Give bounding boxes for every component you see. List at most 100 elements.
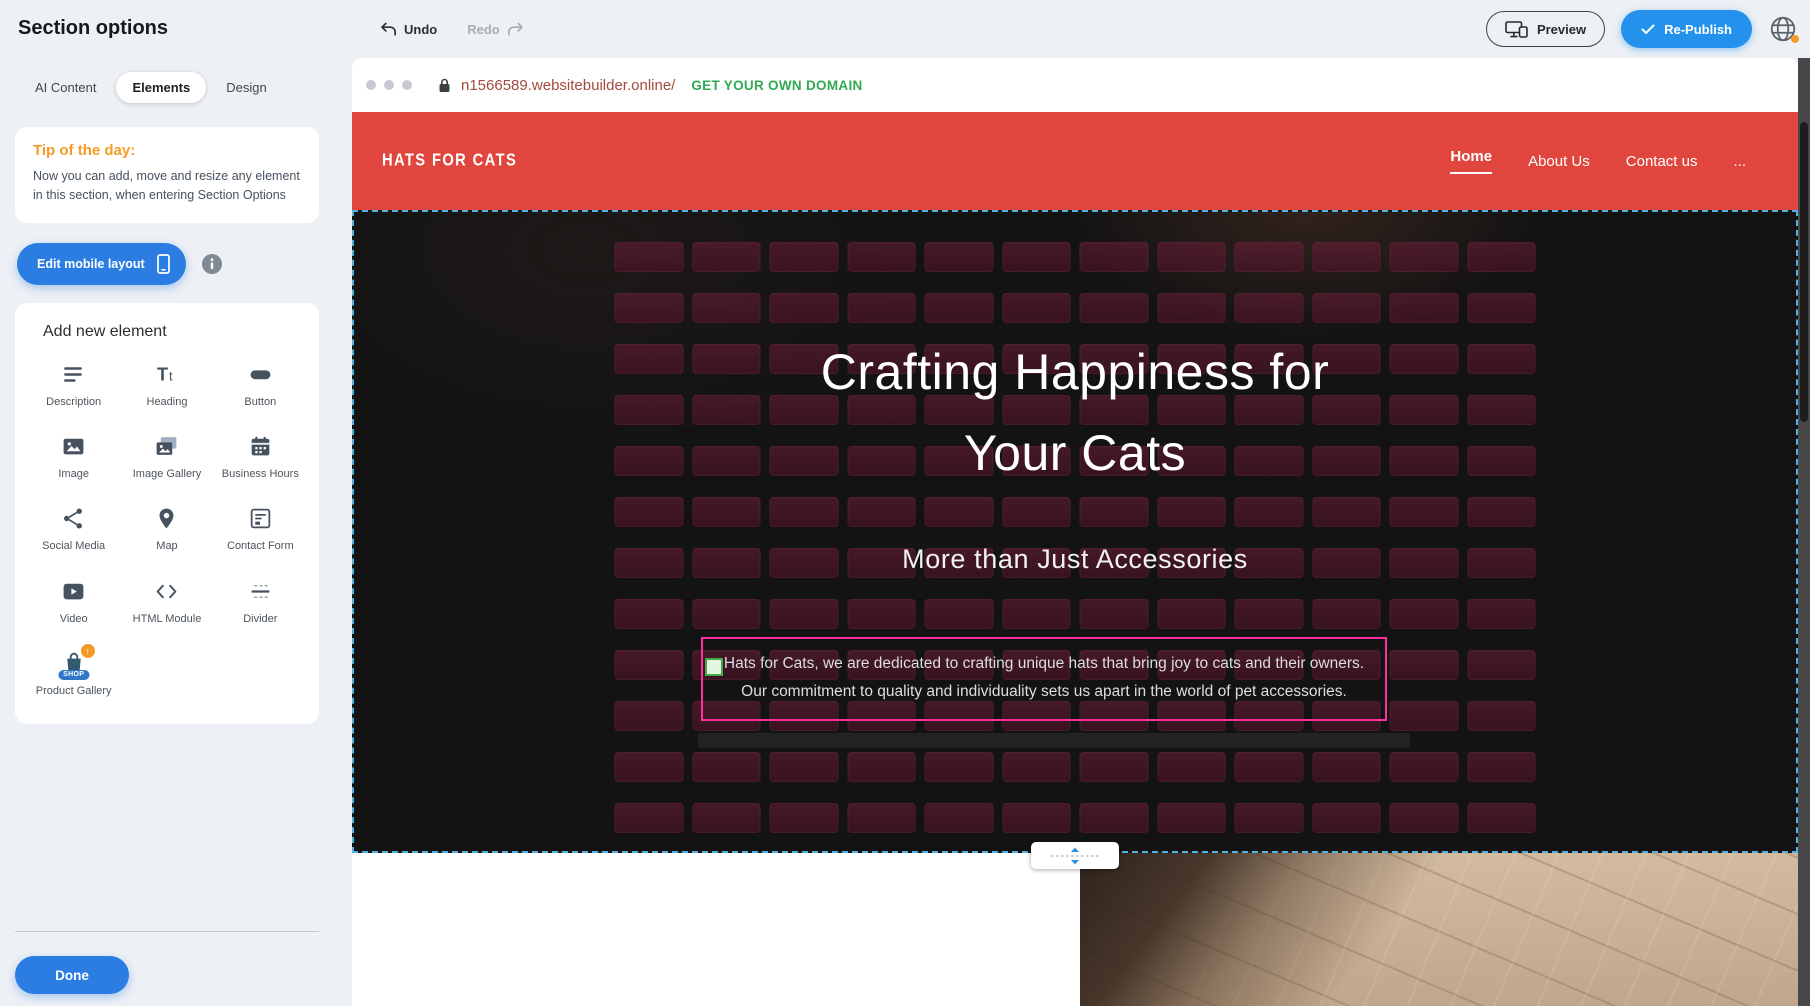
language-globe-icon[interactable]: [1768, 14, 1798, 44]
hero-tile: [1390, 650, 1459, 680]
hero-tile: [1002, 599, 1071, 629]
hero-tile: [1157, 242, 1226, 272]
hero-tile: [1080, 752, 1149, 782]
element-contact-form[interactable]: Contact Form: [216, 505, 305, 553]
topbar: Section options Undo Redo Preview Re-Pub…: [0, 0, 1810, 58]
hero-tile: [692, 752, 761, 782]
republish-label: Re-Publish: [1664, 22, 1732, 37]
add-element-heading: Add new element: [43, 323, 305, 341]
undo-label: Undo: [404, 22, 437, 37]
site-header: HATS FOR CATS Home About Us Contact us .…: [352, 112, 1798, 210]
element-business-hours[interactable]: Business Hours: [216, 433, 305, 481]
site-url[interactable]: n1566589.websitebuilder.online/: [461, 77, 675, 94]
hero-tile: [925, 599, 994, 629]
element-resize-handle[interactable]: [705, 658, 723, 676]
svg-text:T: T: [157, 364, 168, 384]
divider-icon: [248, 578, 273, 605]
tab-design[interactable]: Design: [210, 72, 282, 103]
hero-tile: [847, 242, 916, 272]
hero-tile: [1390, 701, 1459, 731]
hero-tile: [1080, 242, 1149, 272]
devices-icon: [1505, 21, 1528, 38]
republish-button[interactable]: Re-Publish: [1621, 10, 1752, 48]
element-product-gallery[interactable]: ↑ SHOP Product Gallery: [29, 650, 118, 698]
hero-tile: [925, 497, 994, 527]
done-button[interactable]: Done: [15, 956, 129, 994]
scrollbar-thumb[interactable]: [1800, 122, 1808, 422]
element-html-module[interactable]: HTML Module: [122, 578, 211, 626]
hero-section-selected[interactable]: Crafting Happiness for Your Cats More th…: [352, 210, 1798, 853]
hero-tile: [1002, 242, 1071, 272]
hero-tile: [1235, 599, 1304, 629]
hero-tile: [615, 599, 684, 629]
get-domain-link[interactable]: GET YOUR OWN DOMAIN: [691, 78, 862, 93]
hero-tile: [847, 803, 916, 833]
hero-tile: [770, 803, 839, 833]
element-image-gallery[interactable]: Image Gallery: [122, 433, 211, 481]
element-image[interactable]: Image: [29, 433, 118, 481]
phone-icon: [157, 254, 170, 274]
tip-of-the-day-card: Tip of the day: Now you can add, move an…: [15, 127, 319, 223]
element-divider[interactable]: Divider: [216, 578, 305, 626]
hero-tile: [1235, 293, 1304, 323]
element-map[interactable]: Map: [122, 505, 211, 553]
hero-tile: [1235, 752, 1304, 782]
element-social-media[interactable]: Social Media: [29, 505, 118, 553]
hero-tile: [615, 650, 684, 680]
tab-elements[interactable]: Elements: [116, 72, 206, 103]
hero-tile: [1467, 752, 1536, 782]
hero-body-text: Hats for Cats, we are dedicated to craft…: [709, 650, 1379, 706]
undo-button[interactable]: Undo: [380, 22, 437, 37]
info-icon[interactable]: [202, 254, 222, 274]
element-heading[interactable]: Tt Heading: [122, 361, 211, 409]
element-button[interactable]: Button: [216, 361, 305, 409]
nav-more-ellipsis[interactable]: ...: [1733, 153, 1746, 170]
hero-tile: [1157, 752, 1226, 782]
hero-tile: [692, 803, 761, 833]
section-height-handle[interactable]: [1031, 842, 1119, 869]
element-video[interactable]: Video: [29, 578, 118, 626]
site-logo[interactable]: HATS FOR CATS: [382, 151, 517, 170]
check-icon: [1641, 24, 1655, 35]
preview-button[interactable]: Preview: [1486, 11, 1605, 47]
notification-dot: [1791, 35, 1799, 43]
hero-tile: [925, 242, 994, 272]
undo-icon: [380, 22, 397, 37]
hero-tile: [615, 497, 684, 527]
drag-ghost-bar: [698, 733, 1410, 748]
tip-title: Tip of the day:: [33, 142, 301, 159]
sidebar: AI Content Elements Design Tip of the da…: [0, 58, 334, 1006]
element-description[interactable]: Description: [29, 361, 118, 409]
hero-tile: [692, 293, 761, 323]
hero-tile: [1080, 599, 1149, 629]
hero-tile: [1002, 293, 1071, 323]
code-icon: [154, 578, 179, 605]
edit-mobile-layout-button[interactable]: Edit mobile layout: [17, 243, 186, 285]
hero-tile: [847, 599, 916, 629]
edit-mobile-label: Edit mobile layout: [37, 257, 145, 271]
video-icon: [61, 578, 86, 605]
contact-form-icon: [248, 505, 273, 532]
redo-button[interactable]: Redo: [467, 22, 524, 37]
window-dot: [366, 80, 376, 90]
hero-tile: [1467, 803, 1536, 833]
hero-tile: [770, 293, 839, 323]
element-grid: Description Tt Heading Button Image Imag…: [29, 361, 305, 698]
history-controls: Undo Redo: [380, 0, 524, 58]
hero-tile: [1390, 803, 1459, 833]
hero-tile: [770, 599, 839, 629]
hero-tile: [1080, 803, 1149, 833]
hero-tile: [1080, 497, 1149, 527]
hero-subheading[interactable]: More than Just Accessories: [354, 544, 1796, 575]
nav-about[interactable]: About Us: [1528, 153, 1590, 170]
hero-tile: [1002, 497, 1071, 527]
hero-tile: [770, 752, 839, 782]
hero-heading[interactable]: Crafting Happiness for Your Cats: [354, 332, 1796, 494]
nav-contact[interactable]: Contact us: [1626, 153, 1698, 170]
hero-tile: [770, 497, 839, 527]
nav-home[interactable]: Home: [1450, 148, 1492, 174]
selected-text-element[interactable]: Hats for Cats, we are dedicated to craft…: [701, 637, 1387, 721]
hero-tile: [615, 293, 684, 323]
description-icon: [61, 361, 86, 388]
tab-ai-content[interactable]: AI Content: [19, 72, 112, 103]
